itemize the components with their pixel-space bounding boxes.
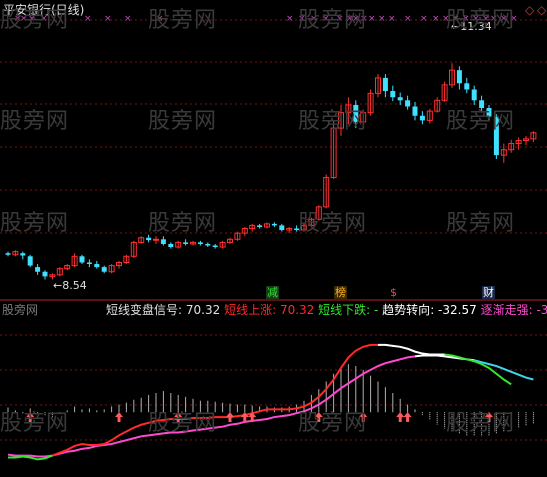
legend-strong-name: 逐渐走强	[480, 303, 529, 317]
candle-body	[405, 100, 411, 107]
legend-up-name: 短线上涨	[224, 303, 273, 317]
watermark-logo: 股旁网	[0, 211, 70, 236]
watermark-logo: 股旁网	[298, 211, 368, 236]
candle-body	[419, 115, 425, 121]
candle-body	[168, 243, 174, 248]
top-marker: ×	[420, 14, 428, 24]
watermark-logo: 股旁网	[0, 411, 70, 436]
watermark-logo: 股旁网	[148, 411, 218, 436]
watermark-logo: 股旁网	[298, 109, 368, 134]
candle-body	[79, 256, 85, 263]
top-marker: ×	[378, 14, 386, 24]
buy-arrow-icon	[403, 412, 412, 423]
candle-body	[35, 267, 41, 272]
watermark-logo: 股旁网	[148, 109, 218, 134]
candle-body	[86, 262, 92, 265]
watermark-logo: 股旁网	[148, 211, 218, 236]
top-marker: ×	[432, 14, 440, 24]
candle-body	[183, 242, 189, 244]
fast-line-segment	[378, 343, 445, 356]
fast-line-segment	[444, 353, 512, 386]
indicator-value: 70.32	[185, 303, 221, 317]
candle-body	[382, 77, 388, 92]
candle-body	[464, 83, 470, 90]
legend-down-name: 短线下跌	[318, 303, 367, 317]
candle-body	[456, 70, 462, 84]
fast-line-segment	[52, 343, 378, 457]
candle-body	[101, 267, 107, 272]
watermark-logo: 股旁网	[446, 411, 516, 436]
legend-trend-name: 趋势转向	[382, 303, 431, 317]
top-marker: ×	[104, 14, 112, 24]
buy-arrow-icon	[115, 412, 123, 423]
candle-body	[20, 253, 26, 256]
top-marker: ×	[388, 14, 396, 24]
candle-body	[205, 243, 211, 246]
buy-arrow-icon	[226, 412, 234, 423]
top-marker: ×	[404, 14, 412, 24]
watermark-logo: 股旁网	[446, 211, 516, 236]
candle-body	[153, 238, 159, 241]
low-price-value: 8.54	[62, 279, 87, 292]
watermark-logo: 股旁网	[0, 109, 70, 134]
candle-body	[27, 256, 33, 266]
slow-line-segment	[473, 359, 534, 381]
chart-stage: × × × × × × × × × × × × × × × × × × × × × × × × × × × × × × 平安银行(日线) …	[0, 0, 547, 477]
candle-body	[212, 245, 218, 248]
legend-strong-value: -32.5	[536, 303, 547, 317]
candle-body	[279, 225, 285, 231]
candle-body	[471, 89, 477, 101]
diamond-icon-2[interactable]: ◇	[537, 3, 546, 17]
watermark-logo: 股旁网	[298, 411, 368, 436]
top-marker: ×	[368, 14, 376, 24]
candle-body	[390, 91, 396, 98]
signal-badge-dollar: $	[390, 286, 397, 299]
legend-down-value: -	[374, 303, 379, 317]
signal-badge-cai: 财	[482, 286, 495, 299]
signal-badge-bang: 榜	[334, 286, 347, 299]
candle-body	[160, 239, 166, 244]
legend-trend-value: -32.57	[438, 303, 477, 317]
buy-arrow-icon	[396, 412, 405, 423]
candle-body	[94, 264, 100, 268]
watermark-logo: 股旁网	[298, 8, 368, 33]
watermark-logo-small: 股旁网	[2, 303, 39, 317]
legend-up-value: 70.32	[279, 303, 315, 317]
candle-body	[257, 225, 263, 227]
candle-body	[146, 237, 152, 241]
watermark-logo: 股旁网	[446, 8, 516, 33]
indicator-name: 短线变盘信号	[106, 303, 179, 317]
candle-body	[42, 271, 48, 277]
candle-body	[412, 106, 418, 116]
watermark-logo: 股旁网	[0, 8, 70, 33]
indicator-legend: 短线变盘信号: 70.32 短线上涨: 70.32 短线下跌: - 趋势转向: …	[106, 303, 547, 317]
signal-badge-jian: 减	[266, 286, 279, 299]
candle-body	[5, 253, 11, 255]
low-price-label: ←8.54	[53, 279, 87, 292]
candle-body	[271, 223, 277, 226]
candle-body	[397, 97, 403, 101]
watermark-logo: 股旁网	[148, 8, 218, 33]
diamond-icon[interactable]: ◇	[525, 3, 534, 17]
top-marker: ×	[124, 14, 132, 24]
candle-body	[197, 242, 203, 244]
watermark-logo: 股旁网	[446, 109, 516, 134]
top-marker: ×	[286, 14, 294, 24]
top-marker: ×	[84, 14, 92, 24]
